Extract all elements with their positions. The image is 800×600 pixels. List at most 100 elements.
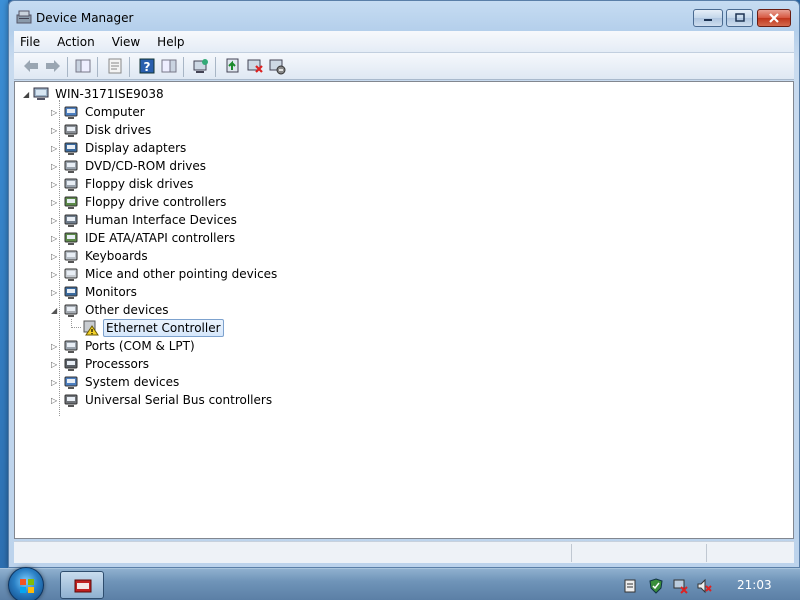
expand-arrow-icon[interactable]: ▷	[51, 108, 63, 117]
mouse-icon	[63, 266, 79, 282]
scan-hardware-changes-icon[interactable]	[192, 57, 210, 75]
hid-icon	[63, 212, 79, 228]
action-center-icon[interactable]	[622, 578, 638, 594]
floppy-controller-icon	[63, 194, 79, 210]
volume-muted-icon[interactable]	[696, 578, 712, 594]
tree-category[interactable]: ▷ Computer	[51, 103, 147, 121]
show-hide-console-tree-icon[interactable]	[74, 57, 92, 75]
title-bar[interactable]: Device Manager	[9, 1, 799, 31]
toolbar-separator	[215, 57, 216, 77]
toolbar-separator	[183, 57, 184, 77]
tree-category-label: Mice and other pointing devices	[85, 267, 278, 281]
menu-file[interactable]: File	[20, 35, 40, 49]
expand-arrow-icon[interactable]: ▷	[51, 198, 63, 207]
display-adapter-icon	[63, 140, 79, 156]
tree-category[interactable]: ◢ Other devices	[51, 301, 171, 319]
tree-category[interactable]: ▷ Monitors	[51, 283, 139, 301]
minimize-button[interactable]	[693, 9, 723, 27]
tree-category[interactable]: ▷ Ports (COM & LPT)	[51, 337, 197, 355]
menu-view[interactable]: View	[112, 35, 140, 49]
computer-icon	[63, 104, 79, 120]
unknown-device-icon	[63, 302, 79, 318]
expand-arrow-icon[interactable]: ▷	[51, 180, 63, 189]
computer-root-icon	[33, 87, 49, 100]
tree-category[interactable]: ▷ Floppy disk drives	[51, 175, 195, 193]
uninstall-device-icon[interactable]	[246, 57, 264, 75]
toolbar-separator	[67, 57, 68, 77]
tree-category[interactable]: ▷ Human Interface Devices	[51, 211, 239, 229]
expand-arrow-icon[interactable]: ▷	[51, 216, 63, 225]
status-separator	[571, 544, 572, 562]
tree-category-label: Monitors	[85, 285, 137, 299]
menu-action[interactable]: Action	[57, 35, 95, 49]
expand-arrow-icon[interactable]: ▷	[51, 396, 63, 405]
forward-arrow-icon[interactable]	[44, 57, 62, 75]
expand-arrow-icon[interactable]: ▷	[51, 342, 63, 351]
back-arrow-icon[interactable]	[22, 57, 40, 75]
device-manager-taskbar-icon	[74, 579, 92, 593]
tree-category[interactable]: ▷ System devices	[51, 373, 181, 391]
menu-bar: File Action View Help	[14, 31, 794, 53]
svg-text:?: ?	[144, 60, 151, 74]
disable-device-icon[interactable]	[268, 57, 286, 75]
ide-controller-icon	[63, 230, 79, 246]
tree-category[interactable]: ▷ Mice and other pointing devices	[51, 265, 279, 283]
toolbar-separator	[129, 57, 130, 77]
processor-icon	[63, 356, 79, 372]
tree-guide-line	[71, 319, 81, 328]
tree-category[interactable]: ▷ DVD/CD-ROM drives	[51, 157, 208, 175]
menu-help[interactable]: Help	[157, 35, 184, 49]
update-driver-icon[interactable]	[224, 57, 242, 75]
device-manager-window: Device Manager File Action View Help ? ◢…	[8, 0, 800, 568]
start-button[interactable]	[8, 567, 44, 600]
tree-category-label: Human Interface Devices	[85, 213, 237, 227]
status-separator	[706, 544, 707, 562]
security-shield-icon[interactable]	[648, 578, 664, 594]
tree-category[interactable]: ▷ Floppy drive controllers	[51, 193, 228, 211]
tree-category[interactable]: ▷ Disk drives	[51, 121, 153, 139]
taskbar: 21:03	[0, 567, 800, 600]
window-title: Device Manager	[36, 11, 134, 25]
tree-category-label: Display adapters	[85, 141, 187, 155]
properties-icon[interactable]	[106, 57, 124, 75]
help-icon[interactable]: ?	[138, 57, 156, 75]
expand-arrow-icon[interactable]: ▷	[51, 378, 63, 387]
action-pane-icon[interactable]	[160, 57, 178, 75]
tree-category-label: Other devices	[85, 303, 169, 317]
device-manager-icon	[16, 10, 32, 24]
expand-arrow-icon[interactable]: ▷	[51, 252, 63, 261]
expand-arrow-icon[interactable]: ▷	[51, 360, 63, 369]
tree-category[interactable]: ▷ Universal Serial Bus controllers	[51, 391, 274, 409]
collapse-arrow-icon[interactable]: ◢	[51, 306, 63, 315]
maximize-button[interactable]	[726, 9, 753, 27]
computer-name-label: WIN-3171ISE9038	[55, 87, 164, 101]
disk-drive-icon	[63, 122, 79, 138]
network-disconnected-icon[interactable]	[672, 578, 688, 594]
tree-device-ethernet-controller[interactable]: Ethernet Controller	[71, 319, 224, 337]
close-button[interactable]	[757, 9, 791, 27]
port-icon	[63, 338, 79, 354]
expand-arrow-icon[interactable]: ▷	[51, 288, 63, 297]
tree-category-label: Ports (COM & LPT)	[85, 339, 195, 353]
expand-arrow-icon[interactable]: ▷	[51, 234, 63, 243]
taskbar-device-manager-button[interactable]	[60, 571, 104, 599]
tree-category[interactable]: ▷ Display adapters	[51, 139, 188, 157]
usb-icon	[63, 392, 79, 408]
desktop-background	[0, 0, 8, 568]
expand-arrow-icon[interactable]: ▷	[51, 270, 63, 279]
taskbar-clock[interactable]: 21:03	[737, 578, 772, 592]
toolbar-separator	[97, 57, 98, 77]
tree-category-label: Floppy drive controllers	[85, 195, 227, 209]
tree-category-label: Processors	[85, 357, 150, 371]
tree-root[interactable]: ◢ WIN-3171ISE9038	[23, 85, 166, 103]
expand-arrow-icon[interactable]: ▷	[51, 126, 63, 135]
tree-category[interactable]: ▷ Keyboards	[51, 247, 150, 265]
expand-arrow-icon[interactable]: ▷	[51, 162, 63, 171]
tree-category-label: Floppy disk drives	[85, 177, 194, 191]
toolbar: ?	[14, 53, 794, 80]
tree-category[interactable]: ▷ Processors	[51, 355, 151, 373]
collapse-arrow-icon[interactable]: ◢	[23, 90, 29, 99]
tree-category[interactable]: ▷ IDE ATA/ATAPI controllers	[51, 229, 237, 247]
expand-arrow-icon[interactable]: ▷	[51, 144, 63, 153]
status-bar	[14, 541, 794, 563]
